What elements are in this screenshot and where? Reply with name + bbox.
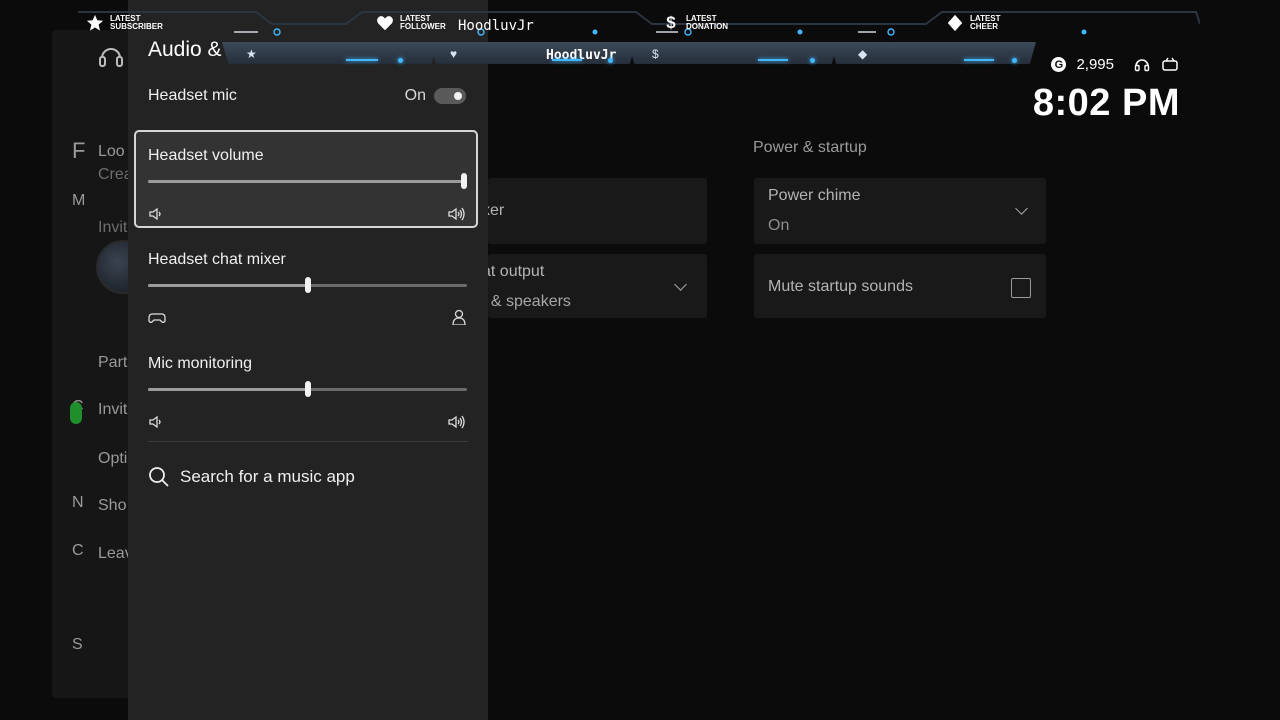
guide-item[interactable]: Invit [98,219,127,237]
dollar-icon: $ [666,13,676,32]
dollar-icon: $ [652,47,659,61]
slider-fill [148,180,467,183]
volume-low-icon [149,415,161,429]
toggle-knob [454,92,462,100]
alert-label: Donation [686,22,729,31]
chevron-down-icon [674,278,687,291]
volume-low-icon [149,207,161,221]
search-music-label: Search for a music app [180,467,355,486]
section-title: Power & startup [753,139,867,156]
accent-dot [810,58,815,63]
latest-follower-alert: Latest Follower [376,14,446,32]
overlay-value-bar: ★ ♥ HoodluvJr $ ◆ [222,42,1110,64]
guide-letter: N [72,494,84,511]
mute-startup-checkbox[interactable] [1011,278,1031,298]
alert-label: Follower [400,22,446,31]
latest-follower-name: HoodluvJr [458,18,534,34]
accent-dot [1012,58,1017,63]
audio-panel: Audio & Headset mic On Headset volume He… [128,0,488,720]
guide-item[interactable]: Loo [98,143,125,161]
online-indicator [70,402,82,424]
mic-monitoring-label: Mic monitoring [148,355,253,372]
guide-letter: C [72,542,84,559]
mute-startup-setting[interactable]: Mute startup sounds [754,254,1046,318]
accent-dot [398,58,403,63]
star-icon [86,14,104,31]
chat-mixer-setting[interactable]: xer [482,178,707,244]
guide-item[interactable]: Sho [98,497,126,515]
accent-line [758,59,788,61]
setting-label: Power chime [768,187,861,204]
guide-item[interactable]: Invit [98,401,127,419]
latest-donation-alert: $ Latest Donation [662,14,728,32]
latest-subscriber-alert: Latest Subscriber [86,14,163,32]
slider-thumb[interactable] [304,381,311,397]
slider-thumb[interactable] [461,173,467,189]
guide-letter: S [72,636,83,653]
heart-icon [377,16,393,31]
headset-volume-label: Headset volume [148,147,264,164]
person-chat-icon [452,309,466,325]
stream-overlay: Latest Subscriber Latest Follower HoodluvJ… [76,10,1200,66]
guide-letter: F [72,138,86,163]
latest-cheer-alert: Latest Cheer [946,14,1001,32]
search-icon [149,467,169,487]
setting-label: at output [482,263,545,280]
slider-fill [148,284,308,287]
accent-line [552,59,582,61]
headset-mic-label: Headset mic [148,87,237,104]
slider-thumb[interactable] [304,277,311,293]
chat-mixer-label: Headset chat mixer [148,251,286,268]
volume-high-icon [448,415,465,429]
setting-label: Mute startup sounds [768,278,913,295]
guide-letter: M [72,192,86,209]
chat-mixer-slider[interactable] [148,277,467,293]
star-icon: ★ [246,47,257,61]
headset-mic-toggle[interactable] [434,88,466,104]
mic-monitoring-slider[interactable] [148,381,467,397]
divider [148,441,468,442]
chat-output-setting[interactable]: at output t & speakers [482,254,707,318]
overlay-segment [628,42,838,64]
heart-icon: ♥ [450,47,458,61]
overlay-frame [78,11,1200,36]
guide-item[interactable]: Part [98,354,127,372]
setting-value: t & speakers [482,293,571,310]
search-music-button[interactable]: Search for a music app [148,466,355,488]
chevron-down-icon [1015,202,1028,215]
game-controller-icon [148,313,166,323]
diamond-icon [947,14,963,32]
diamond-icon: ◆ [858,47,868,61]
volume-high-icon [448,207,465,221]
setting-value: On [768,217,790,234]
headset-volume-focus [134,130,478,228]
accent-dot [608,58,613,63]
accent-line [346,59,378,61]
accent-line [964,59,994,61]
headset-volume-slider[interactable] [148,173,467,189]
slider-fill [148,388,308,391]
alert-label: Subscriber [110,22,163,31]
clock: 8:02 PM [1032,82,1180,124]
power-chime-setting[interactable]: Power chime On [754,178,1046,244]
alert-label: Cheer [970,22,999,31]
headset-mic-state: On [404,87,426,104]
